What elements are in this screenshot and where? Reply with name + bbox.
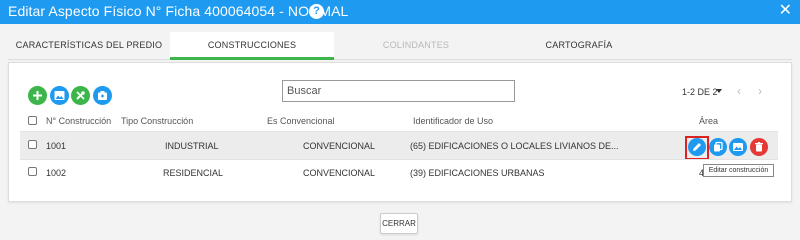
plus-icon bbox=[33, 91, 42, 100]
cell-tipo: INDUSTRIAL bbox=[165, 141, 219, 151]
cell-numero: 1002 bbox=[46, 168, 67, 178]
tab-bar: CARACTERÍSTICAS DEL PREDIO CONSTRUCCIONE… bbox=[8, 32, 792, 60]
add-button[interactable] bbox=[28, 86, 47, 105]
cell-tipo: RESIDENCIAL bbox=[163, 168, 224, 178]
copy-button[interactable] bbox=[709, 138, 727, 156]
help-icon[interactable]: ? bbox=[309, 4, 324, 19]
cell-numero: 1001 bbox=[46, 141, 67, 151]
edit-button-highlight bbox=[685, 136, 709, 160]
dialog-titlebar: Editar Aspecto Físico N° Ficha 400064054… bbox=[0, 0, 800, 24]
cell-uso: (39) EDIFICACIONES URBANAS bbox=[410, 168, 545, 178]
tools-icon bbox=[76, 91, 85, 100]
package-icon bbox=[98, 91, 107, 100]
row-checkbox[interactable] bbox=[28, 167, 37, 176]
dialog-title: Editar Aspecto Físico N° Ficha 400064054… bbox=[8, 3, 349, 19]
close-icon[interactable]: ✕ bbox=[779, 2, 792, 20]
col-header-area[interactable]: Área bbox=[699, 116, 718, 126]
close-button[interactable]: CERRAR bbox=[380, 213, 418, 234]
row-divider bbox=[20, 159, 778, 160]
prev-page-icon: ‹ bbox=[737, 84, 741, 98]
next-page-icon: › bbox=[758, 84, 762, 98]
image-icon bbox=[54, 91, 65, 100]
trash-icon bbox=[755, 142, 763, 152]
table-row[interactable] bbox=[20, 132, 778, 159]
col-header-convencional[interactable]: Es Convencional bbox=[267, 116, 335, 126]
tab-cartografia[interactable]: CARTOGRAFÍA bbox=[498, 32, 660, 60]
image-button[interactable] bbox=[50, 86, 69, 105]
col-header-tipo[interactable]: Tipo Construcción bbox=[121, 116, 193, 126]
tab-construcciones[interactable]: CONSTRUCCIONES bbox=[170, 32, 334, 60]
tools-button[interactable] bbox=[71, 86, 90, 105]
copy-icon bbox=[714, 141, 723, 152]
image-icon bbox=[733, 143, 743, 151]
cell-convencional: CONVENCIONAL bbox=[303, 168, 376, 178]
image-button-row[interactable] bbox=[729, 138, 747, 156]
pager-range[interactable]: 1-2 DE 2 bbox=[682, 87, 718, 97]
chevron-down-icon[interactable] bbox=[716, 89, 722, 93]
col-header-numero[interactable]: N° Construcción bbox=[46, 116, 111, 126]
tooltip: Editar construcción bbox=[703, 164, 774, 177]
cell-convencional: CONVENCIONAL bbox=[303, 141, 376, 151]
tab-colindantes: COLINDANTES bbox=[382, 40, 450, 50]
row-checkbox[interactable] bbox=[28, 140, 37, 149]
tab-caracteristicas[interactable]: CARACTERÍSTICAS DEL PREDIO bbox=[8, 32, 170, 60]
package-button[interactable] bbox=[93, 86, 112, 105]
col-header-uso[interactable]: Identificador de Uso bbox=[413, 116, 493, 126]
cell-uso: (65) EDIFICACIONES O LOCALES LIVIANOS DE… bbox=[410, 141, 619, 151]
select-all-checkbox[interactable] bbox=[28, 116, 37, 125]
delete-button[interactable] bbox=[750, 138, 768, 156]
search-input[interactable] bbox=[282, 80, 515, 102]
